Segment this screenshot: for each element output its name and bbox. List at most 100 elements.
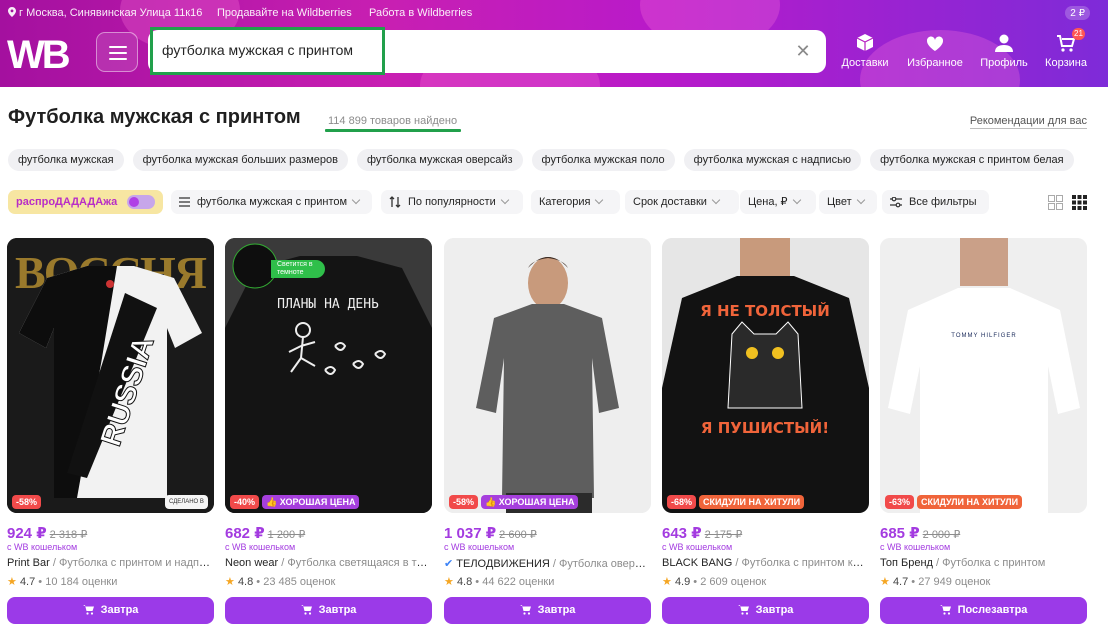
search-chip[interactable]: футболка мужская с надписью [683,149,862,171]
made-in-seal: СДЕЛАНО В [165,495,208,509]
search-chip[interactable]: футболка мужская с принтом белая [870,149,1074,171]
product-image[interactable]: TOMMY HILFIGER [880,238,1087,513]
tshirt-plans-image: ПЛАНЫ НА ДЕНЬ [225,238,432,513]
filter-label: Цвет [827,196,852,208]
site-header: г Москва, Синявинская Улица 11к16 Продав… [0,0,1108,87]
add-to-cart-button[interactable]: Послезавтра [880,597,1087,624]
promo-toggle[interactable]: распроДАДАДАжа [8,190,163,214]
related-search-chips: футболка мужская футболка мужская больши… [8,149,1074,171]
search-chip[interactable]: футболка мужская оверсайз [357,149,523,171]
menu-button[interactable] [96,32,138,72]
product-price: 924 ₽2 318 ₽ [7,525,88,542]
search-chip[interactable]: футболка мужская [8,149,124,171]
tshirt-russia-image: BOCCHЯ RUSSIA [7,238,214,513]
heart-icon [926,36,944,51]
list-icon [179,197,190,207]
product-name[interactable]: Neon wear / Футболка светящаяся в те… [225,557,432,569]
product-price: 682 ₽1 200 ₽ [225,525,306,542]
product-card[interactable]: -58% 👍 ХОРОШАЯ ЦЕНА 1 037 ₽2 600 ₽ с WB … [444,238,651,628]
clear-search-icon[interactable]: ✕ [794,42,812,60]
all-filters-button[interactable]: Все фильтры [882,190,989,214]
user-icon [995,34,1013,52]
product-price: 643 ₽2 175 ₽ [662,525,743,542]
product-name[interactable]: Топ Бренд / Футболка с принтом [880,557,1087,569]
grid-small-view-icon[interactable] [1072,195,1087,210]
recommendations-link[interactable]: Рекомендации для вас [969,115,1087,129]
discount-badge: -68% [667,495,697,509]
old-price: 2 318 ₽ [49,529,88,541]
nav-label: Избранное [907,57,963,69]
page-title: Футболка мужская с принтом [8,106,301,128]
product-image[interactable]: BOCCHЯ RUSSIA [7,238,214,513]
sort-icon [389,196,401,209]
product-name[interactable]: Print Bar / Футболка с принтом и надпис… [7,557,214,569]
add-to-cart-button[interactable]: Завтра [225,597,432,624]
product-name[interactable]: BLACK BANG / Футболка с принтом кот… [662,557,869,569]
product-rating: ★ 4.7 • 10 184 оценки [7,576,118,588]
wallet-balance[interactable]: 2 ₽ [1065,6,1090,20]
search-input[interactable] [162,42,762,58]
tshirt-gray-image [444,238,651,513]
star-icon: ★ [225,576,235,588]
work-link[interactable]: Работа в Wildberries [369,7,472,19]
star-icon: ★ [662,576,672,588]
print-text-2: Я ПУШИСТЫЙ! [701,418,829,437]
product-card[interactable]: BOCCHЯ RUSSIA -58% СДЕЛАНО В 924 ₽2 318 … [7,238,214,628]
category-filter[interactable]: Категория [531,190,620,214]
add-to-cart-button[interactable]: Завтра [662,597,869,624]
promo-switch[interactable] [127,195,155,209]
filter-label: Категория [539,196,591,208]
product-card[interactable]: TOMMY HILFIGER -63% СКИДУЛИ НА ХИТУЛИ 68… [880,238,1087,628]
results-count-highlight [325,129,461,132]
product-card[interactable]: Я НЕ ТОЛСТЫЙ Я ПУШИСТЫЙ! -68% СКИДУЛИ НА… [662,238,869,628]
search-chip[interactable]: футболка мужская больших размеров [132,149,348,171]
add-to-cart-button[interactable]: Завтра [7,597,214,624]
nav-deliveries[interactable]: Доставки [835,32,895,69]
grid-large-view-icon[interactable] [1048,195,1063,210]
tshirt-cat-image: Я НЕ ТОЛСТЫЙ Я ПУШИСТЫЙ! [662,238,869,513]
location-link[interactable]: г Москва, Синявинская Улица 11к16 [8,7,202,19]
cart-icon [1057,35,1076,52]
product-price: 685 ₽2 000 ₽ [880,525,961,542]
star-icon: ★ [880,576,890,588]
cart-icon [82,605,94,615]
old-price: 2 175 ₽ [704,529,743,541]
wb-logo[interactable]: WB [6,30,82,74]
results-count: 114 899 товаров найдено [328,115,458,127]
cart-icon [300,605,312,615]
product-rating: ★ 4.9 • 2 609 оценок [662,576,767,588]
sort-dropdown[interactable]: По популярности [381,190,523,214]
product-card[interactable]: ПЛАНЫ НА ДЕНЬ Светится в темноте -40% 👍 … [225,238,432,628]
verified-icon: ✔ [444,558,454,570]
sliders-icon [890,196,902,207]
nav-favorites[interactable]: Избранное [905,32,965,69]
price-filter[interactable]: Цена, ₽ [740,190,816,214]
old-price: 2 600 ₽ [499,529,537,541]
add-to-cart-button[interactable]: Завтра [444,597,651,624]
good-price-badge: 👍 ХОРОШАЯ ЦЕНА [481,495,579,509]
filter-label: Срок доставки [633,196,707,208]
cart-icon [519,605,531,615]
nav-profile[interactable]: Профиль [974,32,1034,69]
filter-label: Все фильтры [909,196,977,208]
promo-label-badge: СКИДУЛИ НА ХИТУЛИ [917,495,1023,509]
color-filter[interactable]: Цвет [819,190,877,214]
location-pin-icon [8,7,16,17]
print-text: TOMMY HILFIGER [951,333,1016,339]
product-name[interactable]: ✔ ТЕЛОДВИЖЕНИЯ / Футболка оверса… [444,557,651,570]
filter-label: Цена, ₽ [748,196,788,208]
nav-label: Корзина [1045,57,1087,69]
filter-label: футболка мужская с принтом [197,196,348,208]
product-image[interactable]: ПЛАНЫ НА ДЕНЬ [225,238,432,513]
print-text: ПЛАНЫ НА ДЕНЬ [277,297,379,312]
sell-link[interactable]: Продавайте на Wildberries [217,7,352,19]
delivery-filter[interactable]: Срок доставки [625,190,739,214]
product-image[interactable] [444,238,651,513]
tshirt-white-image: TOMMY HILFIGER [880,238,1087,513]
product-image[interactable]: Я НЕ ТОЛСТЫЙ Я ПУШИСТЫЙ! [662,238,869,513]
category-query-filter[interactable]: футболка мужская с принтом [171,190,372,214]
search-chip[interactable]: футболка мужская поло [531,149,675,171]
wallet-note: с WB кошельком [7,542,78,552]
nav-cart[interactable]: 21 Корзина [1036,28,1096,69]
glow-sticker: Светится в темноте [271,260,325,278]
